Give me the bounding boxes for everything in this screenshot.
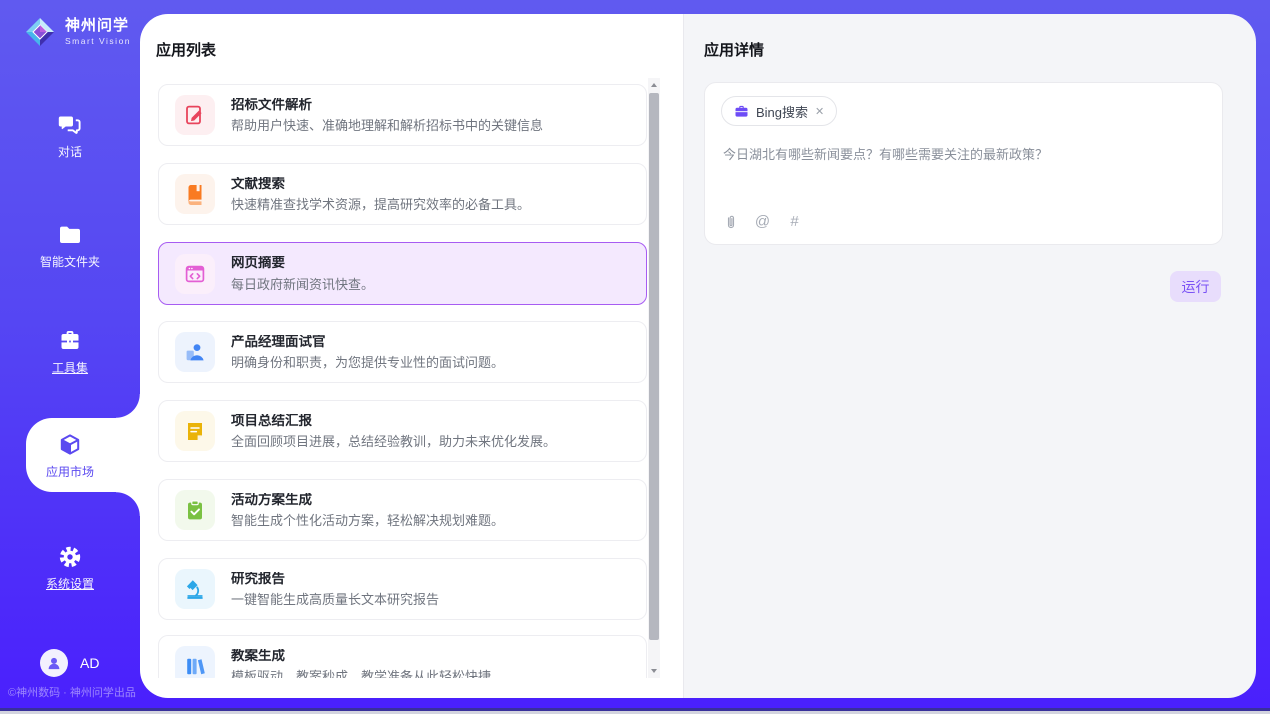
- app-card[interactable]: 产品经理面试官明确身份和职责，为您提供专业性的面试问题。: [158, 321, 647, 383]
- app-card-desc: 模板驱动，教案秒成，教学准备从此轻松快捷: [231, 670, 491, 678]
- app-card-desc: 明确身份和职责，为您提供专业性的面试问题。: [231, 356, 504, 369]
- app-card-title: 教案生成: [231, 649, 491, 663]
- card-text: 产品经理面试官明确身份和职责，为您提供专业性的面试问题。: [231, 335, 504, 370]
- content-shell: 应用列表 招标文件解析帮助用户快速、准确地理解和解析招标书中的关键信息文献搜索快…: [140, 14, 1256, 698]
- sidebar-item-chat[interactable]: 对话: [0, 112, 140, 160]
- sidebar-item-tools[interactable]: 工具集: [0, 328, 140, 376]
- tool-chip-bing-search[interactable]: Bing搜索 ✕: [721, 96, 837, 126]
- diamond-logo-icon: [22, 14, 58, 50]
- user-name: AD: [80, 655, 99, 671]
- app-card-title: 产品经理面试官: [231, 335, 504, 349]
- app-card[interactable]: 教案生成模板驱动，教案秒成，教学准备从此轻松快捷: [158, 635, 647, 678]
- sidebar: 神州问学 Smart Vision 对话智能文件夹工具集应用市场系统设置 AD …: [0, 0, 140, 714]
- at-icon[interactable]: @: [754, 213, 771, 230]
- brand-name: 神州问学: [65, 18, 131, 35]
- app-card-desc: 帮助用户快速、准确地理解和解析招标书中的关键信息: [231, 119, 543, 132]
- app-card-title: 活动方案生成: [231, 493, 504, 507]
- app-card[interactable]: 活动方案生成智能生成个性化活动方案，轻松解决规划难题。: [158, 479, 647, 541]
- sidebar-item-label: 智能文件夹: [40, 253, 100, 270]
- app-detail-panel: 应用详情 Bing搜索 ✕ 今日湖北有哪些新闻要点？有哪些需要关注的最新政策？ …: [683, 14, 1256, 698]
- triangle-up-icon: [651, 83, 657, 87]
- browser-code-icon: [175, 254, 215, 294]
- paperclip-icon[interactable]: [722, 213, 739, 230]
- brand-logo: 神州问学 Smart Vision: [22, 14, 131, 50]
- chat-icon: [57, 112, 83, 138]
- hash-icon[interactable]: #: [786, 213, 803, 230]
- user-row[interactable]: AD: [40, 649, 99, 677]
- app-card-title: 网页摘要: [231, 256, 374, 270]
- interviewer-icon: [175, 332, 215, 372]
- sidebar-item-app-market[interactable]: 应用市场: [0, 432, 140, 480]
- app-card-title: 招标文件解析: [231, 98, 543, 112]
- app-card-desc: 一键智能生成高质量长文本研究报告: [231, 593, 439, 606]
- copyright-text: ©神州数码 · 神州问学出品: [8, 684, 136, 700]
- briefcase-icon: [734, 104, 749, 119]
- prompt-card[interactable]: Bing搜索 ✕ 今日湖北有哪些新闻要点？有哪些需要关注的最新政策？ @ #: [704, 82, 1223, 245]
- app-card[interactable]: 文献搜索快速精准查找学术资源，提高研究效率的必备工具。: [158, 163, 647, 225]
- app-card-desc: 快速精准查找学术资源，提高研究效率的必备工具。: [231, 198, 530, 211]
- app-card-desc: 全面回顾项目进展，总结经验教训，助力未来优化发展。: [231, 435, 556, 448]
- app-list-panel: 应用列表 招标文件解析帮助用户快速、准确地理解和解析招标书中的关键信息文献搜索快…: [140, 14, 683, 698]
- triangle-down-icon: [651, 669, 657, 673]
- brand-subtitle: Smart Vision: [65, 37, 131, 46]
- card-text: 研究报告一键智能生成高质量长文本研究报告: [231, 572, 439, 607]
- person-icon: [44, 653, 64, 673]
- app-list-title: 应用列表: [156, 39, 216, 60]
- sidebar-item-label: 对话: [58, 143, 82, 160]
- app-detail-title: 应用详情: [704, 39, 764, 60]
- card-text: 教案生成模板驱动，教案秒成，教学准备从此轻松快捷: [231, 649, 491, 678]
- toolbox-icon: [57, 328, 83, 354]
- scrollbar-thumb[interactable]: [649, 93, 659, 640]
- app-card-desc: 每日政府新闻资讯快查。: [231, 278, 374, 291]
- app-cards-list: 招标文件解析帮助用户快速、准确地理解和解析招标书中的关键信息文献搜索快速精准查找…: [158, 78, 647, 678]
- gear-icon: [57, 544, 83, 570]
- scroll-up-button[interactable]: [648, 78, 660, 92]
- chip-close-icon[interactable]: ✕: [815, 105, 824, 118]
- app-card-desc: 智能生成个性化活动方案，轻松解决规划难题。: [231, 514, 504, 527]
- card-text: 网页摘要每日政府新闻资讯快查。: [231, 256, 374, 291]
- app-card[interactable]: 网页摘要每日政府新闻资讯快查。: [158, 242, 647, 305]
- folder-icon: [57, 222, 83, 248]
- card-text: 文献搜索快速精准查找学术资源，提高研究效率的必备工具。: [231, 177, 530, 212]
- sidebar-item-folders[interactable]: 智能文件夹: [0, 222, 140, 270]
- scroll-down-button[interactable]: [648, 664, 660, 678]
- run-button[interactable]: 运行: [1170, 271, 1221, 302]
- query-text[interactable]: 今日湖北有哪些新闻要点？有哪些需要关注的最新政策？: [723, 145, 1203, 165]
- avatar[interactable]: [40, 649, 68, 677]
- card-text: 活动方案生成智能生成个性化活动方案，轻松解决规划难题。: [231, 493, 504, 528]
- app-card[interactable]: 招标文件解析帮助用户快速、准确地理解和解析招标书中的关键信息: [158, 84, 647, 146]
- books-icon: [175, 646, 215, 678]
- app-card-title: 文献搜索: [231, 177, 530, 191]
- book-icon: [175, 174, 215, 214]
- sidebar-item-label: 工具集: [52, 359, 88, 376]
- clipboard-check-icon: [175, 490, 215, 530]
- doc-edit-icon: [175, 95, 215, 135]
- memo-icon: [175, 411, 215, 451]
- chip-label: Bing搜索: [756, 102, 808, 121]
- cube-icon: [57, 432, 83, 458]
- sidebar-item-settings[interactable]: 系统设置: [0, 544, 140, 592]
- card-text: 项目总结汇报全面回顾项目进展，总结经验教训，助力未来优化发展。: [231, 414, 556, 449]
- sidebar-item-label: 应用市场: [46, 463, 94, 480]
- prompt-toolbar: @ #: [722, 213, 803, 230]
- app-card-title: 研究报告: [231, 572, 439, 586]
- card-text: 招标文件解析帮助用户快速、准确地理解和解析招标书中的关键信息: [231, 98, 543, 133]
- scrollbar[interactable]: [648, 78, 660, 678]
- sidebar-item-label: 系统设置: [46, 575, 94, 592]
- microscope-icon: [175, 569, 215, 609]
- app-card[interactable]: 研究报告一键智能生成高质量长文本研究报告: [158, 558, 647, 620]
- app-card-title: 项目总结汇报: [231, 414, 556, 428]
- app-card[interactable]: 项目总结汇报全面回顾项目进展，总结经验教训，助力未来优化发展。: [158, 400, 647, 462]
